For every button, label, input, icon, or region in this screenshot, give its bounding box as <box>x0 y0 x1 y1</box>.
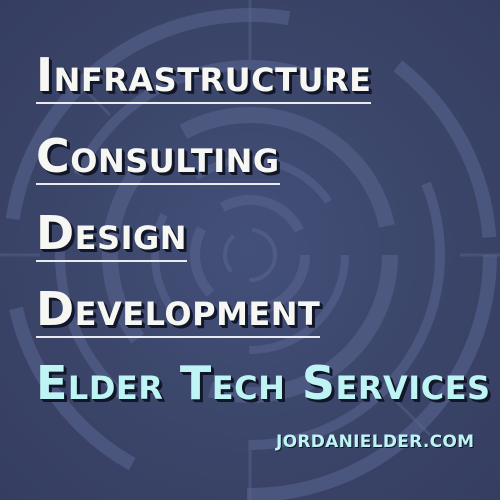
service-design: Design <box>36 206 188 262</box>
service-development: Development <box>36 282 321 338</box>
service-consulting: Consulting <box>36 129 280 185</box>
brand-name: Elder Tech Services <box>36 356 491 410</box>
website-url: JORDANIELDER.COM <box>276 432 475 452</box>
service-infrastructure: Infrastructure <box>36 48 372 104</box>
promo-graphic: Infrastructure Consulting Design Develop… <box>0 0 500 500</box>
